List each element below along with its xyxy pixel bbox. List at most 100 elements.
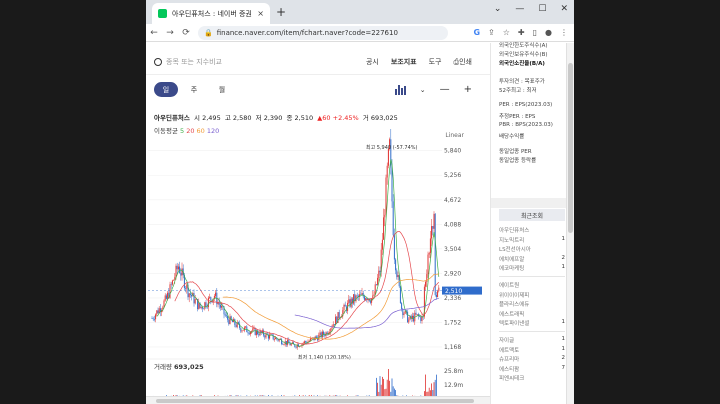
menu-icon[interactable]: ⋮ — [560, 28, 568, 37]
hscroll-thumb[interactable] — [156, 399, 474, 403]
recent-item[interactable]: 에이트원 — [499, 281, 565, 289]
recent-item[interactable]: 에스티팜 7 — [499, 365, 565, 373]
recent-item[interactable]: 자이글 1 — [499, 336, 565, 344]
chart-type-dropdown-icon[interactable]: ⌄ — [420, 86, 426, 94]
candle-body — [219, 304, 221, 308]
symbol-search[interactable]: 종목 또는 지수비교 — [154, 57, 222, 67]
recent-item[interactable]: 지노믹트리 1 — [499, 236, 565, 244]
candle-body — [189, 293, 191, 295]
recent-item-name: 슈프리마 — [499, 357, 520, 364]
recent-item[interactable]: 플라리스에듀 — [499, 300, 565, 308]
recent-item-name: 에치에프알 — [499, 256, 525, 263]
recent-item[interactable]: 에트맥토 1 — [499, 346, 565, 354]
recent-item-count: 1 — [561, 264, 566, 271]
candle-body — [273, 339, 275, 340]
zoom-in-button[interactable]: + — [464, 84, 472, 95]
period-week-button[interactable]: 주 — [182, 82, 206, 97]
toolbar-print[interactable]: ⎙인쇄 — [454, 57, 473, 67]
period-day-button[interactable]: 일 — [154, 82, 178, 97]
url-text: finance.naver.com/item/fchart.naver?code… — [216, 28, 398, 37]
candle-body — [349, 299, 351, 307]
tab-strip: 아우딘퓨처스 : 네이버 증권 × + ⌄ — ☐ ✕ — [146, 0, 574, 24]
candle-body — [156, 310, 158, 315]
recent-item[interactable]: 피엔씨테크 — [499, 374, 565, 382]
bookmark-star-icon[interactable]: ☆ — [503, 28, 510, 37]
volume-panel-value: 693,025 — [174, 363, 204, 371]
volume-tick-label: 25.8m — [444, 368, 463, 375]
candle-type-icon[interactable] — [394, 84, 406, 95]
extension-icons: G ⇪ ☆ ✚ ▯ ● ⋮ — [473, 28, 574, 37]
minimize-button[interactable]: — — [515, 4, 524, 14]
candle-body — [437, 291, 439, 298]
close-value: 2,510 — [294, 114, 314, 122]
recent-item[interactable]: 에스트래픽 — [499, 310, 565, 318]
url-field[interactable]: 🔒 finance.naver.com/item/fchart.naver?co… — [198, 25, 448, 40]
recent-item[interactable]: 위이이이제피 — [499, 291, 565, 299]
profile-icon[interactable]: ● — [545, 28, 552, 37]
candle-body — [305, 341, 307, 343]
recent-item[interactable]: 아우딘퓨처스 — [499, 226, 565, 234]
candle-body — [170, 284, 172, 286]
tab-search-icon[interactable]: ⌄ — [494, 4, 502, 14]
candle-body — [227, 315, 229, 320]
maximize-button[interactable]: ☐ — [538, 4, 546, 14]
forward-icon[interactable]: → — [162, 28, 178, 38]
new-tab-button[interactable]: + — [276, 5, 286, 19]
candle-body — [369, 301, 371, 303]
scroll-thumb[interactable] — [568, 63, 573, 233]
low-label: 저 — [255, 114, 262, 122]
chart-pane: 종목 또는 지수비교 공시 보조지표 도구 ⎙인쇄 일 주 월 ⌄ — + 아우… — [146, 43, 490, 404]
peer-change-line: 동일업종 등락률 — [499, 158, 537, 164]
toolbar-tools[interactable]: 도구 — [429, 57, 442, 67]
close-window-button[interactable]: ✕ — [560, 4, 568, 14]
candle-body — [438, 287, 440, 292]
vertical-scrollbar[interactable] — [566, 43, 574, 404]
candle-body — [381, 239, 383, 250]
candle-body — [155, 314, 157, 320]
price-chart[interactable]: 5,840 5,256 4,672 4,088 3,504 2,920 2,336 1,752… — [146, 129, 490, 404]
sidebar-icon[interactable]: ▯ — [533, 28, 537, 37]
candle-body — [176, 265, 178, 270]
high-value: 2,580 — [232, 114, 252, 122]
candle-body — [350, 298, 352, 307]
candle-body — [157, 310, 159, 314]
candle-body — [203, 308, 205, 310]
candle-body — [209, 296, 211, 298]
browser-tab[interactable]: 아우딘퓨처스 : 네이버 증권 × — [152, 3, 270, 24]
week52-line: 52주최고 : 최저 — [499, 88, 537, 94]
back-icon[interactable]: ← — [146, 28, 162, 38]
candle-body — [399, 286, 401, 304]
period-month-button[interactable]: 월 — [210, 82, 234, 97]
candle-body — [272, 334, 274, 340]
candle-body — [429, 238, 431, 254]
candle-body — [215, 292, 217, 296]
recent-item-name: 위이이이제피 — [499, 292, 530, 299]
candle-body — [419, 316, 421, 317]
candle-body — [425, 281, 427, 287]
recent-item[interactable]: 에치에프알 2 — [499, 255, 565, 263]
reload-icon[interactable]: ⟳ — [178, 28, 194, 38]
recent-item[interactable]: 슈프리마 2 — [499, 355, 565, 363]
recent-item[interactable]: 텍토파이낸셜 1 — [499, 319, 565, 327]
recent-views-title[interactable]: 최근조회 — [499, 209, 565, 221]
tab-close-icon[interactable]: × — [257, 9, 264, 18]
y-tick-label: 4,088 — [444, 221, 461, 228]
toolbar-indicators[interactable]: 보조지표 — [391, 57, 417, 67]
candle-body — [241, 330, 243, 332]
recent-item-count: 2 — [561, 355, 566, 362]
toolbar-disclosure[interactable]: 공시 — [366, 57, 379, 67]
y-tick-label: 2,336 — [444, 295, 461, 302]
extensions-icon[interactable]: ✚ — [518, 28, 525, 37]
recent-item[interactable]: LS전선아시아 — [499, 245, 565, 253]
horizontal-scrollbar[interactable] — [146, 396, 490, 404]
zoom-out-button[interactable]: — — [440, 84, 450, 95]
google-icon[interactable]: G — [473, 28, 480, 37]
recent-item[interactable]: 에코마케팅 1 — [499, 264, 565, 272]
candle-body — [371, 298, 373, 303]
print-label: 인쇄 — [459, 58, 472, 66]
recent-item-count: 1 — [561, 336, 566, 342]
y-tick-label: 5,256 — [444, 172, 461, 179]
share-icon[interactable]: ⇪ — [488, 28, 495, 37]
volume-bar — [388, 369, 389, 399]
y-tick-label: 1,752 — [444, 319, 461, 326]
